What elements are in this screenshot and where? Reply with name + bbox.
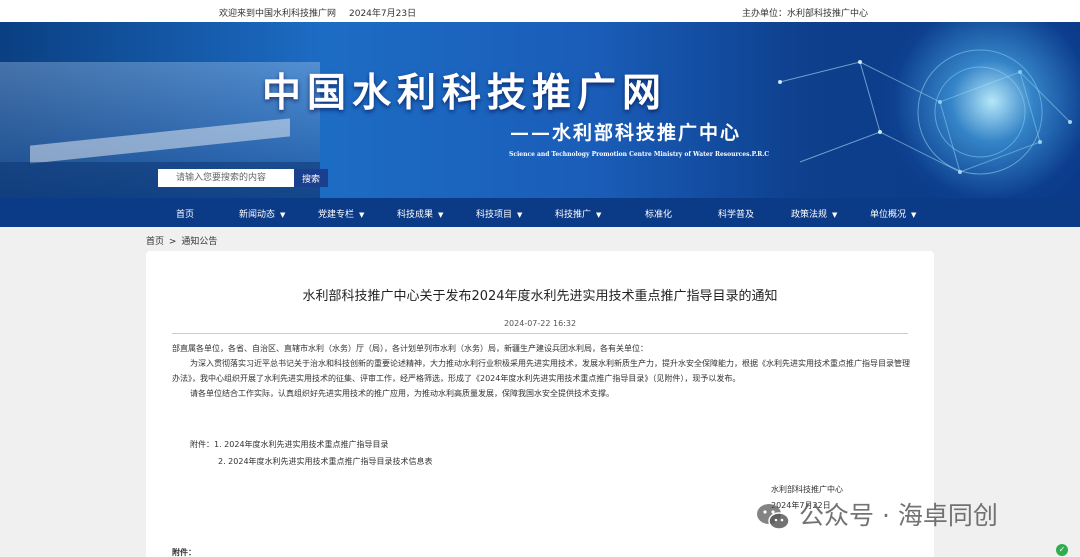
article-title: 水利部科技推广中心关于发布2024年度水利先进实用技术重点推广指导目录的通知 bbox=[302, 289, 778, 304]
site-title: 中国水利科技推广网 bbox=[262, 70, 668, 116]
attachment-link-2[interactable]: 2. 2024年度水利先进实用技术重点推广指导目录技术信息表 bbox=[190, 453, 433, 470]
date-text: 2024年7月23日 bbox=[349, 9, 417, 19]
top-bar: 欢迎来到中国水利科技推广网 2024年7月23日 主办单位：水利部科技推广中心 bbox=[0, 0, 1080, 22]
welcome-text: 欢迎来到中国水利科技推广网 bbox=[219, 9, 337, 19]
paragraph-2: 请各单位结合工作实际，认真组织好先进实用技术的推广应用，为推动水利高质量发展，保… bbox=[190, 389, 614, 398]
nav-item-achievements[interactable]: 科技成果 ▼ bbox=[397, 207, 443, 220]
chevron-down-icon: ▼ bbox=[517, 211, 523, 219]
nav-item-standards[interactable]: 标准化 bbox=[645, 207, 672, 220]
attachment-link-1[interactable]: 附件：1. 2024年度水利先进实用技术重点推广指导目录 bbox=[190, 436, 433, 453]
search-box: 搜索 bbox=[158, 169, 328, 187]
paragraph-1: 为深入贯彻落实习近平总书记关于治水和科技创新的重要论述精神，大力推动水利行业积极… bbox=[172, 359, 910, 383]
watermark: 公众号 · 海卓同创 bbox=[755, 496, 998, 532]
site-subtitle: ——水利部科技推广中心 bbox=[510, 122, 742, 144]
breadcrumb: 首页 > 通知公告 bbox=[146, 234, 219, 247]
main-nav: 首页 新闻动态 ▼ 党建专栏 ▼ 科技成果 ▼ 科技项目 ▼ 科技推广 ▼ 标准化 科学普… bbox=[0, 198, 1080, 227]
watermark-text: 公众号 · 海卓同创 bbox=[799, 501, 998, 530]
article-body: 部直属各单位，各省、自治区、直辖市水利（水务）厅（局），各计划单列市水利（水务）… bbox=[172, 341, 912, 401]
chevron-down-icon: ▼ bbox=[438, 211, 444, 219]
chevron-down-icon: ▼ bbox=[911, 211, 917, 219]
search-input[interactable] bbox=[158, 169, 294, 187]
breadcrumb-current-link[interactable]: 通知公告 bbox=[181, 237, 217, 247]
nav-item-news[interactable]: 新闻动态 ▼ bbox=[239, 207, 285, 220]
check-icon: ✓ bbox=[1056, 544, 1068, 556]
search-button[interactable]: 搜索 bbox=[294, 169, 328, 187]
host-text: 主办单位：水利部科技推广中心 bbox=[742, 9, 869, 19]
salutation: 部直属各单位，各省、自治区、直辖市水利（水务）厅（局），各计划单列市水利（水务）… bbox=[172, 344, 648, 353]
chevron-down-icon: ▼ bbox=[359, 211, 365, 219]
breadcrumb-home-link[interactable]: 首页 bbox=[146, 237, 164, 247]
wechat-icon bbox=[757, 504, 790, 530]
nav-item-policy[interactable]: 政策法规 ▼ bbox=[791, 207, 837, 220]
divider bbox=[172, 333, 908, 334]
attachments: 附件：1. 2024年度水利先进实用技术重点推广指导目录 2. 2024年度水利… bbox=[190, 436, 433, 470]
nav-item-promotion[interactable]: 科技推广 ▼ bbox=[555, 207, 601, 220]
chevron-down-icon: ▼ bbox=[832, 211, 838, 219]
nav-item-party[interactable]: 党建专栏 ▼ bbox=[318, 207, 364, 220]
breadcrumb-separator: > bbox=[168, 237, 177, 247]
header-banner: 中国水利科技推广网 ——水利部科技推广中心 Science and Techno… bbox=[0, 22, 1080, 198]
nav-item-home[interactable]: 首页 bbox=[176, 207, 194, 220]
nav-item-about[interactable]: 单位概况 ▼ bbox=[870, 207, 916, 220]
attachments-footer-label: 附件： bbox=[172, 548, 196, 557]
site-english-name: Science and Technology Promotion Centre … bbox=[509, 151, 770, 158]
article-timestamp: 2024-07-22 16:32 bbox=[503, 319, 577, 328]
nav-item-science[interactable]: 科学普及 bbox=[718, 207, 754, 220]
chevron-down-icon: ▼ bbox=[596, 211, 602, 219]
chevron-down-icon: ▼ bbox=[280, 211, 286, 219]
nav-item-projects[interactable]: 科技项目 ▼ bbox=[476, 207, 522, 220]
globe-glow bbox=[860, 22, 1080, 198]
